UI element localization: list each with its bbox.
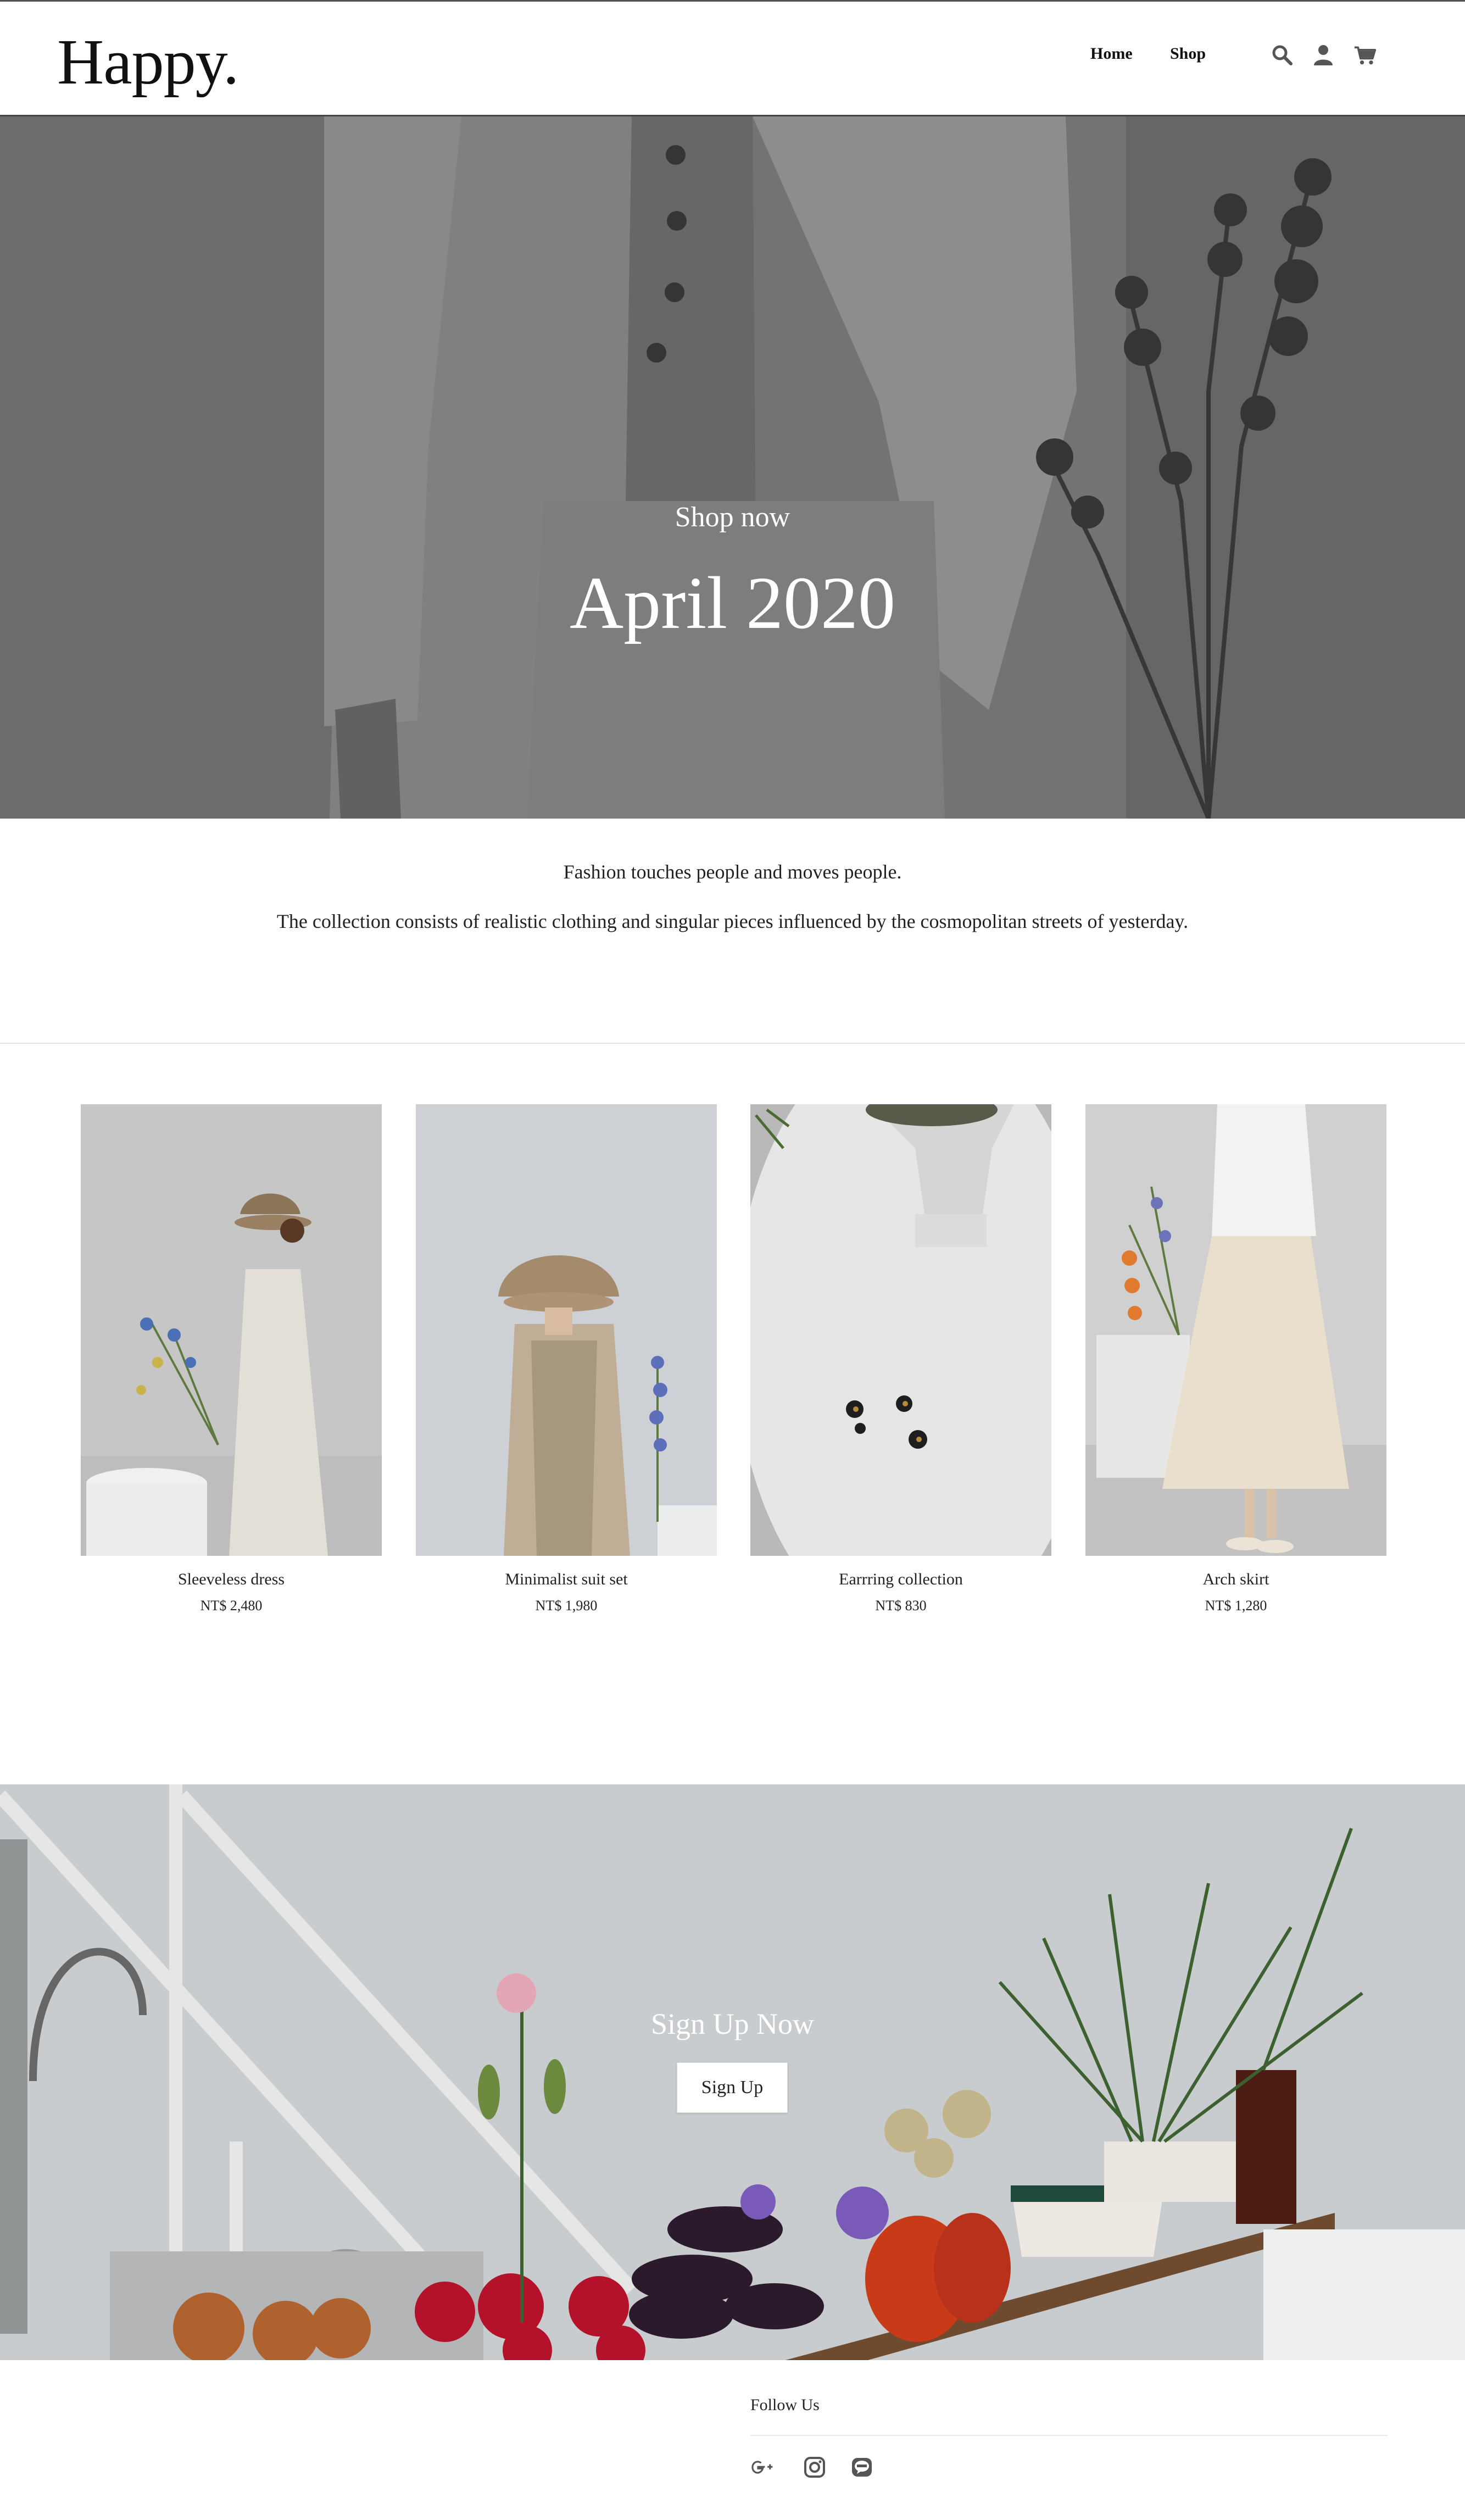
nav-shop-link[interactable]: Shop	[1170, 44, 1206, 63]
product-name[interactable]: Earrring collection	[750, 1570, 1051, 1589]
cart-icon[interactable]	[1353, 43, 1379, 66]
product-price: NT$ 1,980	[535, 1598, 598, 1614]
site-logo[interactable]: Happy.	[57, 24, 239, 101]
google-plus-icon[interactable]	[750, 2456, 780, 2479]
product-price: NT$ 830	[875, 1598, 927, 1614]
intro-tagline: Fashion touches people and moves people.	[563, 861, 902, 883]
signup-title: Sign Up Now	[650, 2007, 815, 2040]
instagram-icon[interactable]	[803, 2456, 826, 2479]
product-price: NT$ 1,280	[1205, 1598, 1267, 1614]
hero-shop-now-link[interactable]: Shop now	[0, 501, 1465, 533]
product-image[interactable]	[416, 1104, 717, 1556]
section-divider	[0, 1043, 1465, 1044]
follow-us-heading: Follow Us	[750, 2396, 820, 2414]
account-icon[interactable]	[1312, 43, 1335, 66]
product-card[interactable]: Minimalist suit set NT$ 1,980	[416, 1104, 717, 1614]
product-price: NT$ 2,480	[200, 1598, 263, 1614]
line-icon[interactable]	[850, 2456, 873, 2479]
search-icon[interactable]	[1271, 43, 1294, 66]
product-image[interactable]	[750, 1104, 1051, 1556]
product-card[interactable]: Earrring collection NT$ 830	[750, 1104, 1051, 1614]
hero-image	[0, 116, 1465, 819]
site-header: Happy. Home Shop	[0, 0, 1465, 116]
product-card[interactable]: Sleeveless dress NT$ 2,480	[81, 1104, 382, 1614]
hero-banner: Shop now April 2020	[0, 116, 1465, 819]
hero-title: April 2020	[569, 562, 896, 644]
product-card[interactable]: Arch skirt NT$ 1,280	[1085, 1104, 1386, 1614]
intro-description: The collection consists of realistic clo…	[276, 910, 1189, 932]
signup-banner: Sign Up Now Sign Up	[0, 1784, 1465, 2360]
product-name[interactable]: Minimalist suit set	[416, 1570, 717, 1589]
nav-home-link[interactable]: Home	[1090, 44, 1133, 63]
product-name[interactable]: Arch skirt	[1085, 1570, 1386, 1589]
product-image[interactable]	[1085, 1104, 1386, 1556]
signup-button[interactable]: Sign Up	[677, 2062, 788, 2113]
product-name[interactable]: Sleeveless dress	[81, 1570, 382, 1589]
footer-divider	[750, 2435, 1388, 2436]
product-image[interactable]	[81, 1104, 382, 1556]
